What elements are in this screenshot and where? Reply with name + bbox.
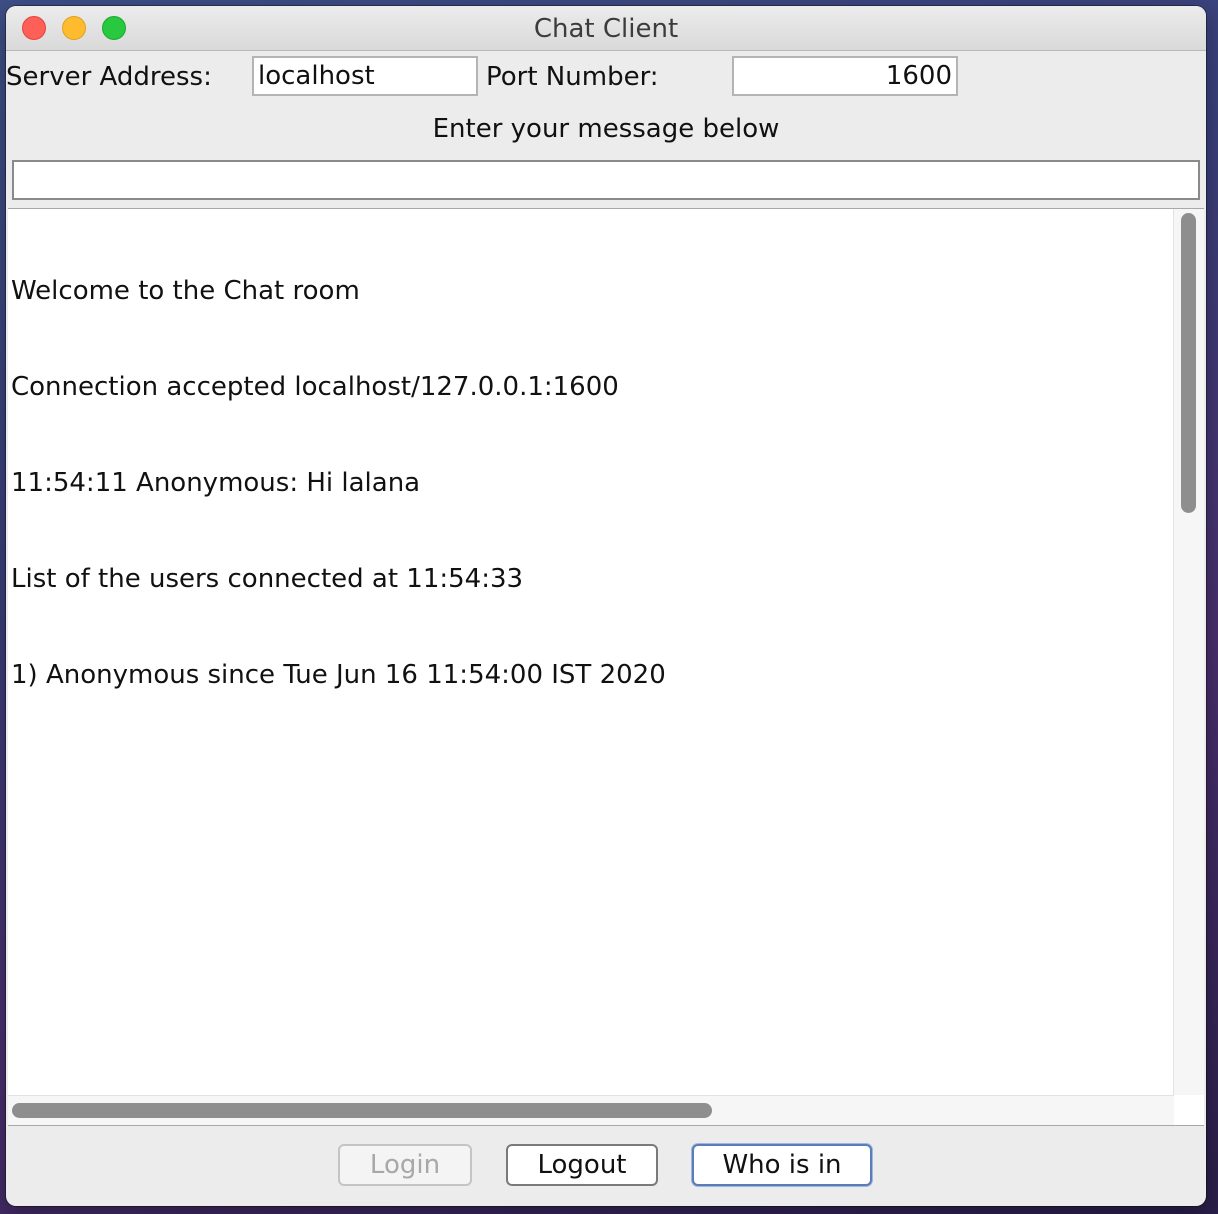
message-prompt-label: Enter your message below <box>432 114 780 144</box>
login-button[interactable]: Login <box>338 1144 472 1186</box>
chat-client-window: Chat Client Server Address: localhost Po… <box>6 6 1206 1206</box>
message-input[interactable] <box>12 160 1200 200</box>
window-title: Chat Client <box>533 14 679 44</box>
vertical-scrollbar[interactable] <box>1173 209 1204 1095</box>
server-address-field[interactable]: localhost <box>252 56 478 96</box>
port-number-field[interactable]: 1600 <box>732 56 958 96</box>
vertical-scroll-thumb[interactable] <box>1181 213 1196 513</box>
who-is-in-button[interactable]: Who is in <box>692 1144 872 1186</box>
server-address-label: Server Address: <box>6 62 212 92</box>
logout-button[interactable]: Logout <box>506 1144 658 1186</box>
chat-line: Welcome to the Chat room <box>11 276 360 306</box>
port-number-label: Port Number: <box>486 62 659 92</box>
chat-line: 1) Anonymous since Tue Jun 16 11:54:00 I… <box>11 660 666 690</box>
chat-line: 11:54:11 Anonymous: Hi lalana <box>11 468 421 498</box>
chat-line: List of the users connected at 11:54:33 <box>11 564 524 594</box>
chat-log-text: Welcome to the Chat room Connection acce… <box>11 211 666 755</box>
horizontal-scrollbar[interactable] <box>8 1095 1174 1125</box>
chat-line: Connection accepted localhost/127.0.0.1:… <box>11 372 619 402</box>
title-bar[interactable]: Chat Client <box>6 6 1206 51</box>
chat-log-area[interactable]: Welcome to the Chat room Connection acce… <box>8 208 1204 1126</box>
horizontal-scroll-thumb[interactable] <box>12 1103 712 1118</box>
